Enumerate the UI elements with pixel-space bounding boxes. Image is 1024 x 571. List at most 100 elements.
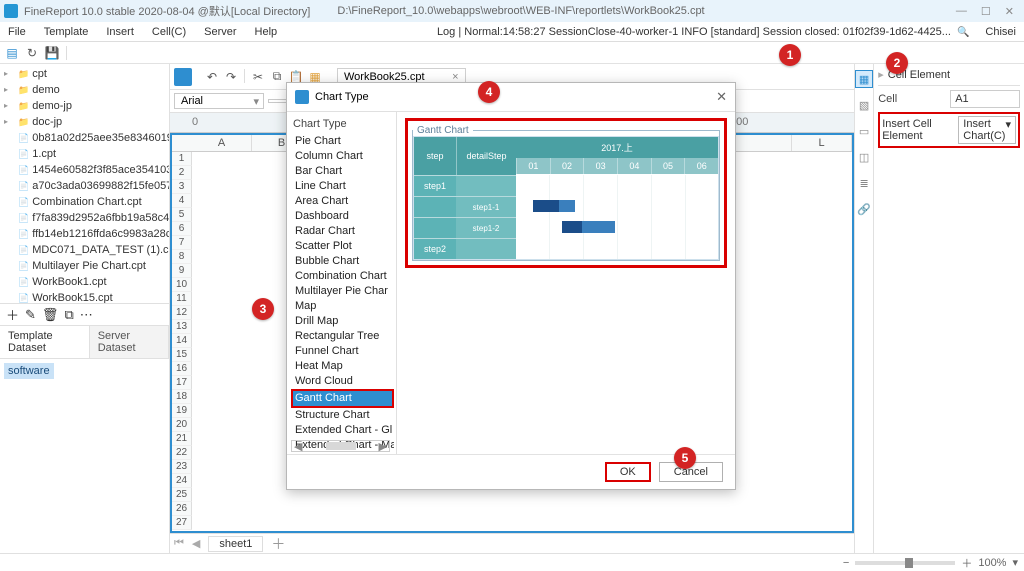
row-header[interactable]: 25 — [172, 488, 192, 502]
row-header[interactable]: 23 — [172, 460, 192, 474]
row-header[interactable]: 10 — [172, 278, 192, 292]
row-header[interactable]: 26 — [172, 502, 192, 516]
edit-dataset-icon[interactable]: ✎ — [25, 307, 36, 323]
chart-type-item[interactable]: Rectangular Tree — [293, 329, 394, 344]
add-dataset-icon[interactable]: ＋ — [6, 305, 19, 324]
row-header[interactable]: 22 — [172, 446, 192, 460]
tree-folder[interactable]: 📁cpt — [0, 66, 169, 82]
menu-file[interactable]: File — [8, 26, 26, 38]
row-header[interactable]: 24 — [172, 474, 192, 488]
cut-icon[interactable]: ✂ — [250, 69, 266, 85]
row-header[interactable]: 3 — [172, 180, 192, 194]
tree-folder[interactable]: 📁demo — [0, 82, 169, 98]
menu-help[interactable]: Help — [255, 26, 278, 38]
tree-file[interactable]: 📄WorkBook15.cpt — [0, 290, 169, 304]
sheet-tab[interactable]: sheet1 — [208, 536, 263, 552]
row-header[interactable]: 13 — [172, 320, 192, 334]
row-header[interactable]: 9 — [172, 264, 192, 278]
row-header[interactable]: 1 — [172, 152, 192, 166]
delete-dataset-icon[interactable]: 🗑 — [42, 307, 59, 323]
chart-type-item[interactable]: Scatter Plot — [293, 239, 394, 254]
chart-type-item[interactable]: Bubble Chart — [293, 254, 394, 269]
tree-file[interactable]: 📄Combination Chart.cpt — [0, 194, 169, 210]
undo-icon[interactable]: ↶ — [204, 69, 220, 85]
chart-type-item[interactable]: Gantt Chart — [291, 389, 394, 408]
dialog-close-icon[interactable]: ✕ — [716, 89, 727, 105]
cond-panel-icon[interactable]: ≣ — [855, 174, 873, 192]
chart-type-item[interactable]: Drill Map — [293, 314, 394, 329]
chart-type-item[interactable]: Funnel Chart — [293, 344, 394, 359]
menu-template[interactable]: Template — [44, 26, 89, 38]
zoom-out-icon[interactable]: − — [843, 557, 849, 569]
float-panel-icon[interactable]: ▭ — [855, 122, 873, 140]
chart-type-item[interactable]: Word Cloud — [293, 374, 394, 389]
cell-value-input[interactable]: A1 — [950, 90, 1020, 108]
search-icon[interactable] — [957, 26, 969, 38]
refresh-icon[interactable]: ↻ — [24, 45, 40, 61]
row-header[interactable]: 17 — [172, 376, 192, 390]
row-header[interactable]: 12 — [172, 306, 192, 320]
ok-button[interactable]: OK — [605, 462, 651, 482]
tab-template-dataset[interactable]: Template Dataset — [0, 326, 90, 358]
row-header[interactable]: 14 — [172, 334, 192, 348]
row-header[interactable]: 7 — [172, 236, 192, 250]
chart-type-item[interactable]: Map — [293, 299, 394, 314]
close-tab-icon[interactable]: × — [452, 71, 458, 83]
column-header[interactable]: A — [192, 135, 252, 151]
menu-insert[interactable]: Insert — [106, 26, 134, 38]
chart-type-item[interactable]: Pie Chart — [293, 134, 394, 149]
user-name[interactable]: Chisei — [985, 26, 1016, 38]
dataset-item[interactable]: software — [4, 363, 54, 379]
tree-file[interactable]: 📄a70c3ada03699882f15fe057ae5c9f1 — [0, 178, 169, 194]
tree-file[interactable]: 📄ffb14eb1216ffda6c9983a28c38ede4 — [0, 226, 169, 242]
chart-type-item[interactable]: Structure Chart — [293, 408, 394, 423]
row-header[interactable]: 4 — [172, 194, 192, 208]
file-tree[interactable]: 📁cpt📁demo📁demo-jp📁doc-jp📄0b81a02d25aee35… — [0, 64, 169, 304]
row-header[interactable]: 27 — [172, 516, 192, 530]
zoom-in-icon[interactable]: ＋ — [961, 555, 972, 571]
chart-type-item[interactable]: Extended Chart - Gl — [293, 423, 394, 438]
column-header[interactable] — [732, 135, 792, 151]
row-header[interactable]: 5 — [172, 208, 192, 222]
row-header[interactable]: 20 — [172, 418, 192, 432]
sheet-nav-prev-icon[interactable]: ◀ — [192, 537, 200, 550]
menu-cell[interactable]: Cell(C) — [152, 26, 186, 38]
row-header[interactable]: 18 — [172, 390, 192, 404]
column-header[interactable]: L — [792, 135, 852, 151]
font-family-select[interactable]: Arial — [174, 93, 264, 109]
copy-icon[interactable]: ⧉ — [269, 69, 285, 85]
tree-file[interactable]: 📄0b81a02d25aee35e834601931314013 — [0, 130, 169, 146]
row-header[interactable]: 6 — [172, 222, 192, 236]
row-header[interactable]: 8 — [172, 250, 192, 264]
add-sheet-icon[interactable]: ＋ — [271, 534, 285, 554]
tree-file[interactable]: 📄1454e60582f3f85ace3541034dc4e38 — [0, 162, 169, 178]
chart-type-item[interactable]: Extended Chart - Da — [293, 453, 394, 454]
chart-type-item[interactable]: Bar Chart — [293, 164, 394, 179]
save-icon[interactable]: 💾 — [44, 45, 60, 61]
chart-type-item[interactable]: Column Chart — [293, 149, 394, 164]
list-horizontal-scrollbar[interactable]: ◀▶ — [291, 440, 390, 452]
close-button[interactable]: ✕ — [1005, 5, 1014, 18]
gantt-preview[interactable]: stepdetailStep2017.上010203040506step1ste… — [413, 136, 719, 260]
row-header[interactable]: 15 — [172, 348, 192, 362]
tree-file[interactable]: 📄1.cpt — [0, 146, 169, 162]
row-header[interactable]: 21 — [172, 432, 192, 446]
chart-type-item[interactable]: Multilayer Pie Char — [293, 284, 394, 299]
menu-server[interactable]: Server — [204, 26, 236, 38]
chart-type-item[interactable]: Heat Map — [293, 359, 394, 374]
chart-type-item[interactable]: Dashboard — [293, 209, 394, 224]
chart-type-list[interactable]: Chart Type Pie ChartColumn ChartBar Char… — [287, 112, 397, 454]
sheet-nav-first-icon[interactable]: ⏮ — [174, 537, 184, 550]
tree-file[interactable]: 📄f7fa839d2952a6fbb19a58c4936418e — [0, 210, 169, 226]
tree-file[interactable]: 📄Multilayer Pie Chart.cpt — [0, 258, 169, 274]
more-dataset-icon[interactable]: ⋯ — [80, 307, 93, 323]
view-mode-icon[interactable] — [174, 68, 192, 86]
tree-folder[interactable]: 📁demo-jp — [0, 98, 169, 114]
minimize-button[interactable]: — — [956, 5, 967, 18]
row-header[interactable]: 11 — [172, 292, 192, 306]
zoom-slider[interactable] — [855, 561, 955, 565]
chart-type-item[interactable]: Line Chart — [293, 179, 394, 194]
insert-cell-element-select[interactable]: Insert Chart(C)▾ — [958, 116, 1016, 144]
tree-file[interactable]: 📄WorkBook1.cpt — [0, 274, 169, 290]
cell-element-panel-icon[interactable]: ▦ — [855, 70, 873, 88]
